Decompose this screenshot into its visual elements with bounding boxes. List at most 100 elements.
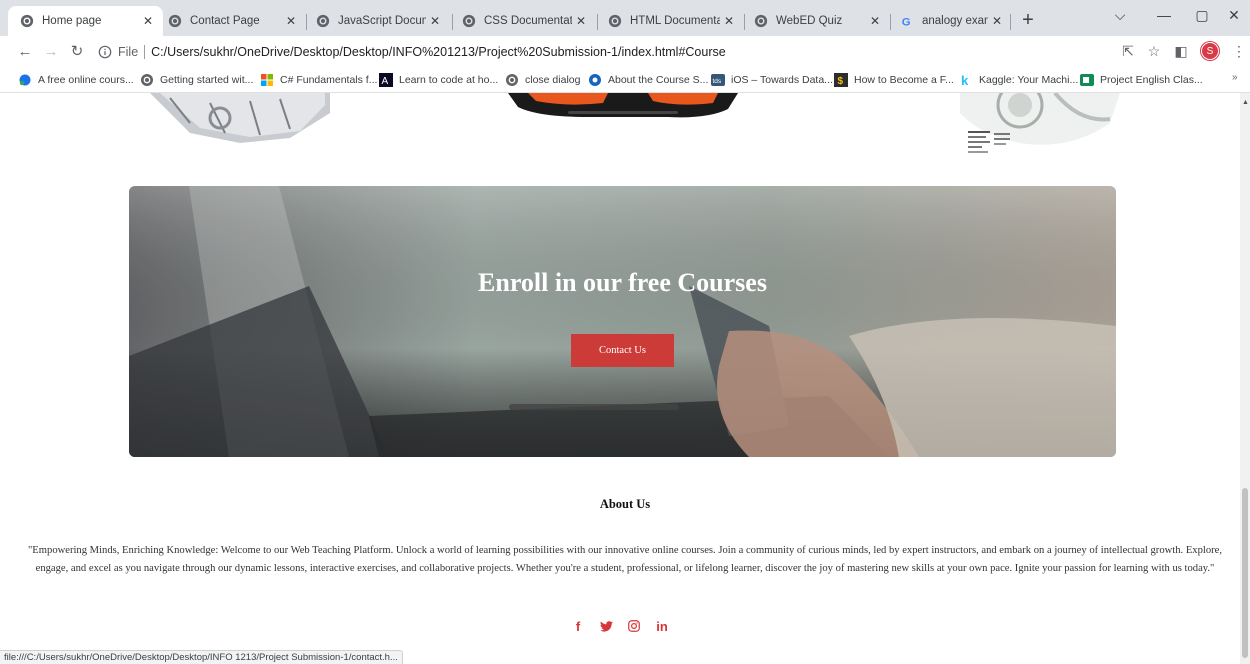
bookmark-label: close dialog: [525, 74, 581, 86]
side-panel-icon[interactable]: ◧: [1170, 40, 1192, 62]
address-url[interactable]: C:/Users/sukhr/OneDrive/Desktop/Desktop/…: [151, 45, 726, 59]
reload-icon[interactable]: ↻: [66, 40, 88, 62]
menu-kebab-icon[interactable]: ⋮: [1228, 40, 1250, 62]
bookmark-item[interactable]: A Learn to code at ho...: [379, 72, 498, 88]
bookmark-item[interactable]: A free online cours...: [18, 72, 134, 88]
twitter-bird-icon: [599, 620, 613, 632]
hero-background-image: [129, 186, 1116, 457]
bookmark-label: Learn to code at ho...: [399, 74, 499, 86]
status-bar-url: file:///C:/Users/sukhr/OneDrive/Desktop/…: [0, 650, 403, 664]
bookmark-item[interactable]: $ How to Become a F...: [834, 72, 954, 88]
bookmark-item[interactable]: C# Fundamentals f...: [260, 72, 377, 88]
new-tab-button[interactable]: +: [1016, 8, 1040, 32]
tab-contact-page[interactable]: Contact Page ✕: [156, 6, 306, 36]
google-icon: G: [902, 16, 911, 28]
close-icon[interactable]: ✕: [866, 12, 884, 30]
instagram-glyph-icon: [628, 620, 640, 632]
bookmark-label: Kaggle: Your Machi...: [979, 74, 1079, 86]
bookmark-item[interactable]: tds iOS – Towards Data...: [711, 72, 833, 88]
twitter-icon[interactable]: [592, 617, 620, 635]
tab-home-page[interactable]: Home page ✕: [8, 6, 163, 36]
social-links: f in: [564, 617, 676, 635]
instagram-icon[interactable]: [620, 617, 648, 635]
bookmark-item[interactable]: Project English Clas...: [1080, 72, 1203, 88]
about-us-text: "Empowering Minds, Enriching Knowledge: …: [27, 545, 1222, 574]
close-icon[interactable]: ✕: [139, 12, 157, 30]
svg-text:G: G: [902, 16, 911, 28]
course-image-car: [508, 93, 738, 118]
star-icon[interactable]: ☆: [1143, 40, 1165, 62]
bookmark-item[interactable]: Getting started wit...: [140, 72, 253, 88]
svg-text:tds: tds: [713, 78, 722, 85]
tab-html-documentation[interactable]: HTML Documentation ✕: [596, 6, 744, 36]
hero-title: Enroll in our free Courses: [478, 268, 767, 297]
tab-title: Home page: [42, 15, 102, 27]
tab-webed-quiz[interactable]: WebED Quiz ✕: [742, 6, 890, 36]
info-icon[interactable]: [98, 45, 112, 59]
bookmark-label: About the Course S...: [608, 74, 709, 86]
enroll-hero-banner: Enroll in our free Courses Contact Us: [129, 186, 1116, 457]
close-icon[interactable]: ✕: [572, 12, 590, 30]
close-icon[interactable]: ✕: [426, 12, 444, 30]
tab-strip: Home page ✕ Contact Page ✕ JavaScript Do…: [0, 0, 1250, 36]
tab-title: HTML Documentation: [630, 15, 720, 27]
window-close-button[interactable]: ✕: [1212, 0, 1250, 30]
contact-us-button[interactable]: Contact Us: [571, 334, 674, 367]
teams-icon: [1080, 74, 1094, 86]
bookmark-label: How to Become a F...: [854, 74, 954, 86]
course-image-gears: [960, 93, 1120, 153]
globe-icon: [506, 74, 518, 86]
tab-title: analogy examples - G: [922, 15, 988, 27]
bookmark-label: iOS – Towards Data...: [731, 74, 833, 86]
tab-title: Contact Page: [190, 15, 260, 27]
close-icon[interactable]: ✕: [720, 12, 738, 30]
globe-icon: [316, 14, 330, 28]
dollar-icon: $: [834, 73, 848, 87]
linkedin-icon[interactable]: in: [648, 617, 676, 635]
globe-icon: [20, 14, 34, 28]
tab-css-documentation[interactable]: CSS Documentation ✕: [450, 6, 596, 36]
freecodecamp-icon: A: [379, 73, 393, 87]
share-icon[interactable]: ⇱: [1117, 40, 1139, 62]
svg-text:A: A: [382, 76, 389, 87]
globe-icon: [168, 14, 182, 28]
more-bookmarks-button[interactable]: »: [1232, 72, 1238, 83]
forward-arrow-icon[interactable]: →: [40, 40, 62, 62]
bookmark-label: Project English Clas...: [1100, 74, 1203, 86]
globe-icon: [141, 74, 153, 86]
close-icon[interactable]: ✕: [988, 12, 1006, 30]
tab-analogy-examples[interactable]: G analogy examples - G ✕: [888, 6, 1012, 36]
svg-text:k: k: [961, 73, 969, 87]
microsoft-icon: [261, 74, 273, 86]
course-image-engine: [150, 93, 330, 143]
back-arrow-icon[interactable]: ←: [14, 40, 36, 62]
blue-dot-icon: [19, 74, 31, 86]
blue-circle-icon: [589, 74, 601, 86]
bookmark-item[interactable]: About the Course S...: [588, 72, 708, 88]
scroll-up-arrow-icon[interactable]: ▲: [1242, 99, 1249, 106]
bookmark-item[interactable]: k Kaggle: Your Machi...: [959, 72, 1078, 88]
tab-separator: [1010, 14, 1011, 30]
globe-icon: [608, 14, 622, 28]
bookmark-label: A free online cours...: [38, 74, 134, 86]
address-scheme: File: [118, 44, 139, 59]
bookmarks-bar: A free online cours... Getting started w…: [0, 67, 1250, 93]
globe-icon: [462, 14, 476, 28]
address-bar[interactable]: File C:/Users/sukhr/OneDrive/Desktop/Des…: [98, 39, 1098, 64]
tab-title: CSS Documentation: [484, 15, 572, 27]
tab-javascript-documentation[interactable]: JavaScript Documentati ✕: [304, 6, 450, 36]
tab-title: WebED Quiz: [776, 15, 843, 27]
page-viewport: Enroll in our free Courses Contact Us Ab…: [0, 93, 1240, 664]
tab-search-chevron-icon[interactable]: ⌵: [1098, 0, 1142, 30]
svg-text:$: $: [838, 76, 844, 87]
tds-icon: tds: [711, 74, 725, 86]
page-scrollbar[interactable]: ▲: [1240, 93, 1250, 664]
bookmark-item[interactable]: close dialog: [505, 72, 580, 88]
close-icon[interactable]: ✕: [282, 12, 300, 30]
facebook-icon[interactable]: f: [564, 617, 592, 635]
bookmark-label: C# Fundamentals f...: [280, 74, 378, 86]
scrollbar-thumb[interactable]: [1242, 488, 1248, 658]
profile-avatar[interactable]: S: [1201, 42, 1219, 60]
browser-toolbar: ← → ↻ File C:/Users/sukhr/OneDrive/Deskt…: [0, 36, 1250, 67]
bookmark-label: Getting started wit...: [160, 74, 254, 86]
